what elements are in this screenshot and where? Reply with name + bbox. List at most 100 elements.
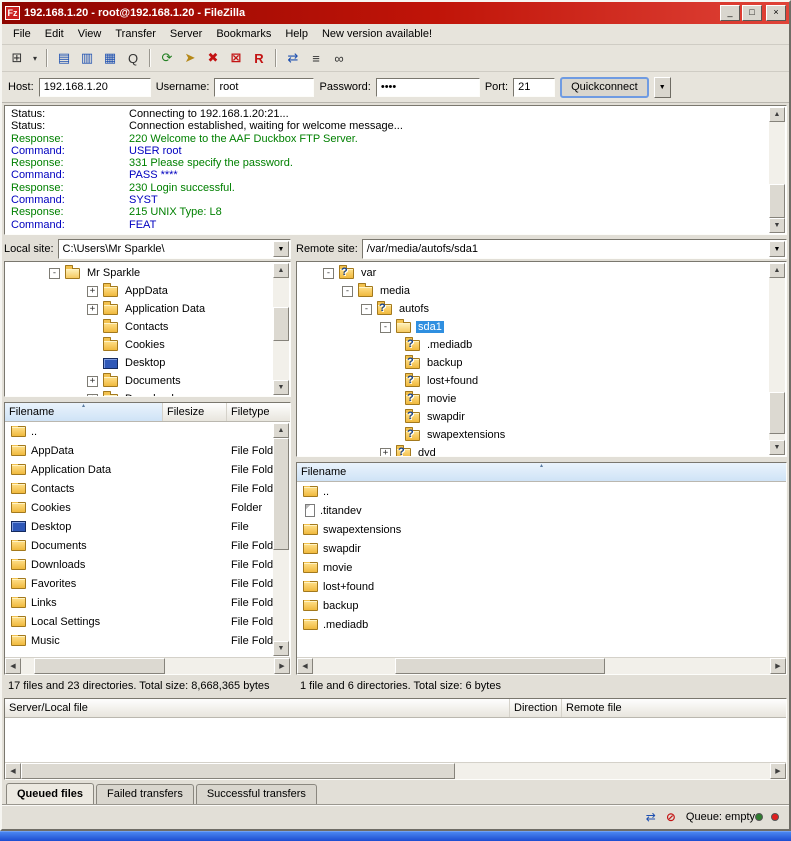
synchronized-browsing-icon[interactable]: ≡ (305, 47, 327, 69)
tab-queued-files[interactable]: Queued files (6, 783, 94, 804)
toggle-message-log-icon[interactable]: ▤ (53, 47, 75, 69)
expander-icon[interactable]: - (380, 322, 391, 333)
scrollbar-thumb[interactable] (769, 184, 785, 218)
menu-server[interactable]: Server (163, 25, 209, 43)
scrollbar-left-button[interactable]: ◀ (5, 658, 21, 674)
local-tree-item[interactable]: Cookies (5, 336, 272, 354)
remote-tree-item[interactable]: movie (297, 390, 768, 408)
column-header-filename[interactable]: ▴Filename (5, 403, 163, 421)
local-list-scrollbar[interactable]: ▲ ▼ (273, 423, 289, 656)
expander-icon[interactable]: - (49, 268, 60, 279)
queue-hscrollbar[interactable]: ◀ ▶ (5, 762, 786, 779)
titlebar[interactable]: Fz 192.168.1.20 - root@192.168.1.20 - Fi… (2, 2, 789, 24)
file-row[interactable]: backup (297, 596, 786, 615)
password-input[interactable] (376, 78, 480, 97)
local-list-hscrollbar[interactable]: ◀ ▶ (5, 657, 290, 674)
site-manager-dropdown-icon[interactable]: ▾ (29, 47, 41, 69)
remote-tree-item[interactable]: lost+found (297, 372, 768, 390)
expander-icon[interactable]: + (87, 376, 98, 387)
file-row[interactable]: Application DataFile Folder (5, 460, 274, 479)
maximize-button[interactable]: □ (742, 5, 762, 21)
scrollbar-up-button[interactable]: ▲ (273, 423, 289, 438)
file-row[interactable]: Local SettingsFile Folder (5, 612, 274, 631)
expander-icon[interactable]: + (380, 448, 391, 458)
scrollbar-thumb[interactable] (395, 658, 605, 674)
scrollbar-thumb[interactable] (21, 763, 455, 779)
windows-taskbar[interactable] (0, 831, 791, 841)
column-header-server-local-file[interactable]: Server/Local file (5, 699, 510, 717)
scrollbar-down-button[interactable]: ▼ (769, 440, 785, 455)
reconnect-icon[interactable]: R (248, 47, 270, 69)
remote-tree-item-sda1[interactable]: -sda1 (297, 318, 768, 336)
refresh-icon[interactable]: ⟳ (156, 47, 178, 69)
scrollbar-thumb[interactable] (273, 438, 289, 550)
local-tree-scrollbar[interactable]: ▲ ▼ (273, 263, 289, 395)
expander-icon[interactable]: + (87, 394, 98, 398)
remote-site-combo[interactable]: /var/media/autofs/sda1 ▼ (362, 239, 787, 259)
file-row[interactable]: FavoritesFile Folder (5, 574, 274, 593)
quickconnect-button[interactable]: Quickconnect (560, 77, 649, 98)
file-row[interactable]: DocumentsFile Folder (5, 536, 274, 555)
local-site-dropdown-button[interactable]: ▼ (273, 241, 289, 257)
file-row[interactable]: DesktopFile (5, 517, 274, 536)
scrollbar-right-button[interactable]: ▶ (274, 658, 290, 674)
remote-tree-scrollbar[interactable]: ▲ ▼ (769, 263, 785, 455)
local-tree-item[interactable]: +Application Data (5, 300, 272, 318)
find-files-icon[interactable]: ∞ (328, 47, 350, 69)
scrollbar-down-button[interactable]: ▼ (273, 641, 289, 656)
local-tree-item[interactable]: +Downloads (5, 390, 272, 397)
username-input[interactable] (214, 78, 314, 97)
scrollbar-right-button[interactable]: ▶ (770, 763, 786, 779)
remote-tree-item[interactable]: -var (297, 264, 768, 282)
scrollbar-down-button[interactable]: ▼ (769, 218, 785, 233)
remote-tree-item[interactable]: +dvd (297, 444, 768, 457)
scrollbar-up-button[interactable]: ▲ (769, 263, 785, 278)
port-input[interactable] (513, 78, 555, 97)
toggle-local-tree-icon[interactable]: ▥ (76, 47, 98, 69)
menu-file[interactable]: File (6, 25, 38, 43)
scrollbar-right-button[interactable]: ▶ (770, 658, 786, 674)
local-tree-item[interactable]: +AppData (5, 282, 272, 300)
menu-edit[interactable]: Edit (38, 25, 71, 43)
expander-icon[interactable]: - (323, 268, 334, 279)
minimize-button[interactable]: _ (720, 5, 740, 21)
file-row[interactable]: .mediadb (297, 615, 786, 634)
column-header-remote-file[interactable]: Remote file (562, 699, 786, 717)
local-tree-item[interactable]: Desktop (5, 354, 272, 372)
scrollbar-thumb[interactable] (769, 392, 785, 434)
local-site-combo[interactable]: C:\Users\Mr Sparkle\ ▼ (58, 239, 291, 259)
file-row[interactable]: .. (5, 422, 274, 441)
file-row[interactable]: AppDataFile Folder (5, 441, 274, 460)
file-row[interactable]: lost+found (297, 577, 786, 596)
host-input[interactable] (39, 78, 151, 97)
scrollbar-up-button[interactable]: ▲ (769, 107, 785, 122)
menu-bookmarks[interactable]: Bookmarks (209, 25, 278, 43)
site-manager-icon[interactable]: ⊞ (6, 47, 28, 69)
tab-successful-transfers[interactable]: Successful transfers (196, 784, 317, 804)
remote-site-dropdown-button[interactable]: ▼ (769, 241, 785, 257)
menu-help[interactable]: Help (278, 25, 315, 43)
remote-tree-item[interactable]: backup (297, 354, 768, 372)
toggle-remote-tree-icon[interactable]: ▦ (99, 47, 121, 69)
local-tree-item[interactable]: Contacts (5, 318, 272, 336)
cancel-icon[interactable]: ✖ (202, 47, 224, 69)
file-row[interactable]: LinksFile Folder (5, 593, 274, 612)
quickconnect-dropdown-button[interactable]: ▼ (654, 77, 671, 98)
menu-new-version-link[interactable]: New version available! (315, 25, 439, 43)
file-row[interactable]: DownloadsFile Folder (5, 555, 274, 574)
remote-tree-item[interactable]: swapextensions (297, 426, 768, 444)
file-row[interactable]: swapextensions (297, 520, 786, 539)
close-button[interactable]: × (766, 5, 786, 21)
menu-transfer[interactable]: Transfer (108, 25, 163, 43)
expander-icon[interactable]: + (87, 286, 98, 297)
file-row[interactable]: .titandev (297, 501, 786, 520)
column-header-filesize[interactable]: Filesize (163, 403, 227, 421)
expander-icon[interactable]: - (361, 304, 372, 315)
scrollbar-left-button[interactable]: ◀ (5, 763, 21, 779)
tab-failed-transfers[interactable]: Failed transfers (96, 784, 194, 804)
column-header-direction[interactable]: Direction (510, 699, 562, 717)
disconnect-icon[interactable]: ⊠ (225, 47, 247, 69)
remote-tree-item[interactable]: -media (297, 282, 768, 300)
column-header-filetype[interactable]: Filetype (227, 403, 290, 421)
local-tree-item[interactable]: +Documents (5, 372, 272, 390)
